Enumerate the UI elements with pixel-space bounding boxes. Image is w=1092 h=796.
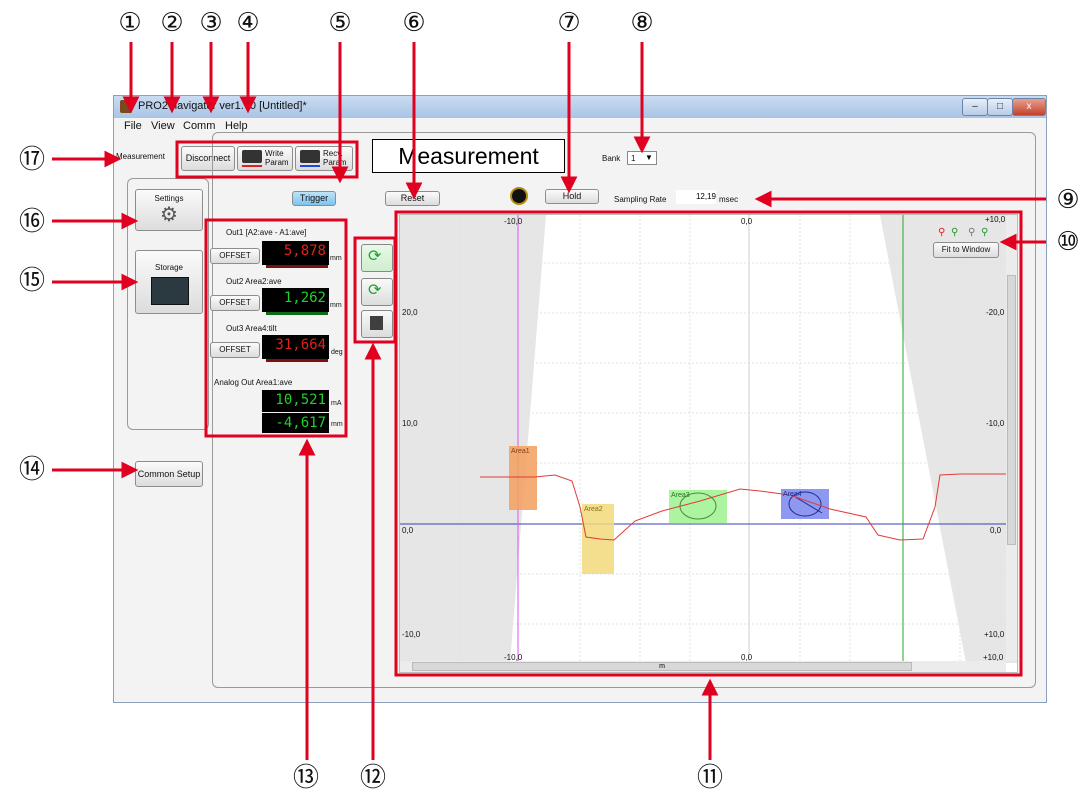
highlight-tool-buttons	[353, 236, 397, 344]
highlight-output-panel	[204, 218, 348, 438]
highlight-chart	[394, 210, 1023, 677]
highlight-toolbar-buttons	[175, 140, 359, 179]
annotation-overlay	[52, 42, 1046, 760]
